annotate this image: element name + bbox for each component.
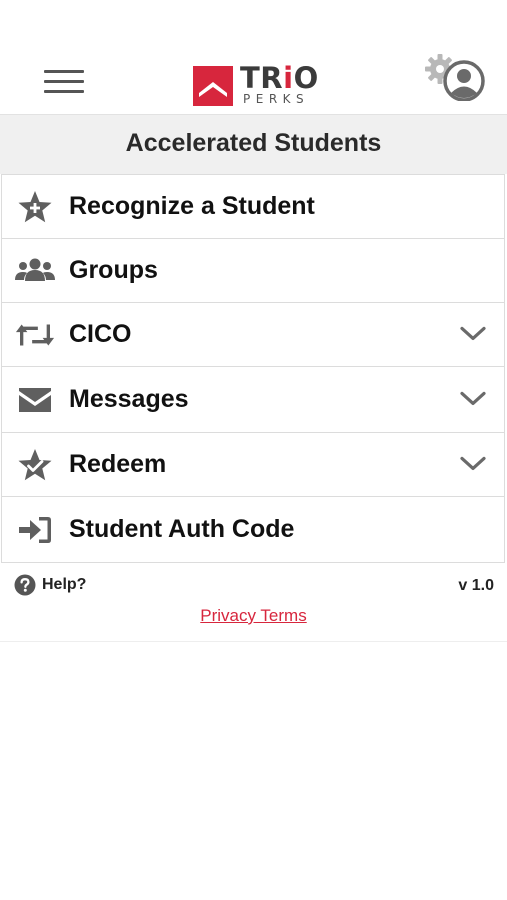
user-circle-icon xyxy=(443,60,485,102)
trio-perks-logo: TRiO PERKS xyxy=(193,61,319,106)
logo-wordmark: TRiO xyxy=(240,61,319,95)
star-plus-icon xyxy=(15,190,55,224)
menu-item-redeem[interactable]: Redeem xyxy=(2,433,504,497)
help-link[interactable]: Help? xyxy=(14,574,86,596)
users-icon xyxy=(15,254,55,288)
menu-item-label: Groups xyxy=(69,256,158,284)
menu-item-label: Recognize a Student xyxy=(69,192,315,220)
main-menu: Recognize a Student Groups CICO Messages… xyxy=(1,174,505,563)
logo-subtitle: PERKS xyxy=(243,92,310,106)
menu-item-label: Messages xyxy=(69,385,189,413)
page-title: Accelerated Students xyxy=(0,114,507,174)
app-screen: TRiO PERKS Accelerated Students Recogniz… xyxy=(0,0,507,900)
help-label: Help? xyxy=(42,576,87,593)
app-header: TRiO PERKS xyxy=(0,0,507,114)
menu-item-student-auth-code[interactable]: Student Auth Code xyxy=(2,497,504,563)
sign-in-icon xyxy=(15,513,55,547)
menu-item-messages[interactable]: Messages xyxy=(2,367,504,433)
menu-item-label: Student Auth Code xyxy=(69,515,295,543)
menu-item-label: Redeem xyxy=(69,450,167,478)
menu-item-recognize-student[interactable]: Recognize a Student xyxy=(2,175,504,239)
hamburger-icon[interactable] xyxy=(44,67,84,95)
envelope-icon xyxy=(15,383,55,417)
logo-house-icon xyxy=(193,66,233,106)
menu-item-groups[interactable]: Groups xyxy=(2,239,504,303)
profile-settings-button[interactable] xyxy=(424,53,488,102)
retweet-icon xyxy=(15,318,55,352)
chevron-down-icon[interactable] xyxy=(460,325,486,341)
question-circle-icon xyxy=(14,574,36,596)
menu-item-label: CICO xyxy=(69,320,132,348)
menu-footer: Help? v 1.0 Privacy Terms xyxy=(0,562,507,642)
privacy-terms-link[interactable]: Privacy Terms xyxy=(0,606,507,626)
chevron-down-icon[interactable] xyxy=(460,390,486,406)
menu-item-cico[interactable]: CICO xyxy=(2,303,504,367)
star-check-icon xyxy=(15,448,55,482)
app-version: v 1.0 xyxy=(458,577,494,594)
chevron-down-icon[interactable] xyxy=(460,455,486,471)
